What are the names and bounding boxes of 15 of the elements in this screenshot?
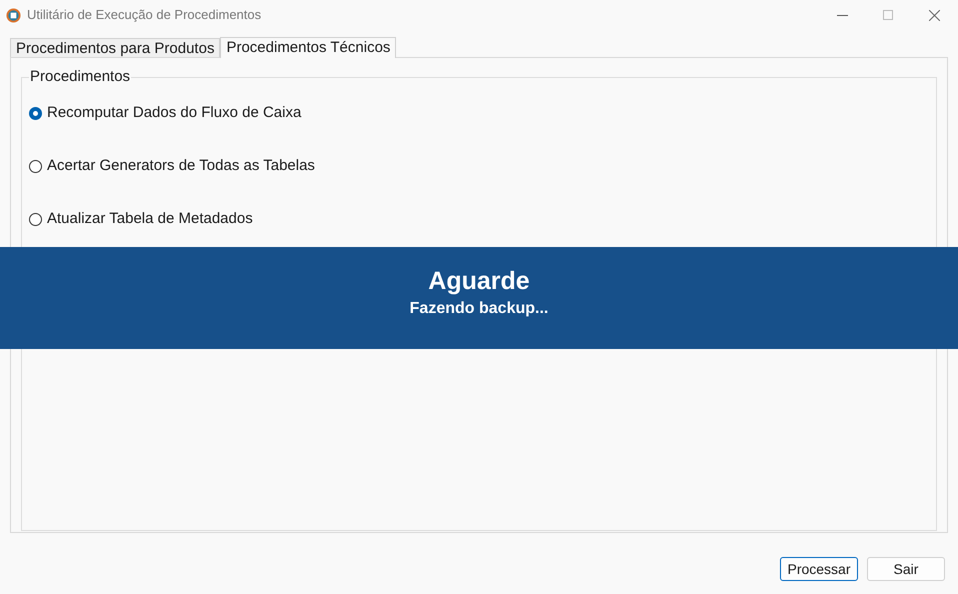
radio-button[interactable]: [29, 106, 42, 120]
banner-title: Aguarde: [428, 266, 530, 297]
tab[interactable]: Procedimentos para Produtos: [10, 38, 220, 57]
close-icon[interactable]: [929, 10, 940, 20]
radio-option[interactable]: Recomputar Dados do Fluxo de Caixa: [29, 103, 929, 123]
radio-button[interactable]: [29, 212, 42, 226]
tab[interactable]: Procedimentos Técnicos: [220, 37, 396, 58]
dialog-button[interactable]: Processar: [780, 557, 858, 581]
dialog-button[interactable]: Sair: [867, 557, 945, 581]
banner-message: Fazendo backup...: [410, 299, 548, 319]
app-icon: [6, 8, 21, 22]
radio-button[interactable]: [29, 160, 42, 172]
radio-option[interactable]: Acertar Generators de Todas as Tabelas: [29, 156, 929, 176]
window-title: Utilitário de Execução de Procedimentos: [27, 6, 262, 24]
radio-option[interactable]: Atualizar Tabela de Metadados: [29, 209, 929, 229]
